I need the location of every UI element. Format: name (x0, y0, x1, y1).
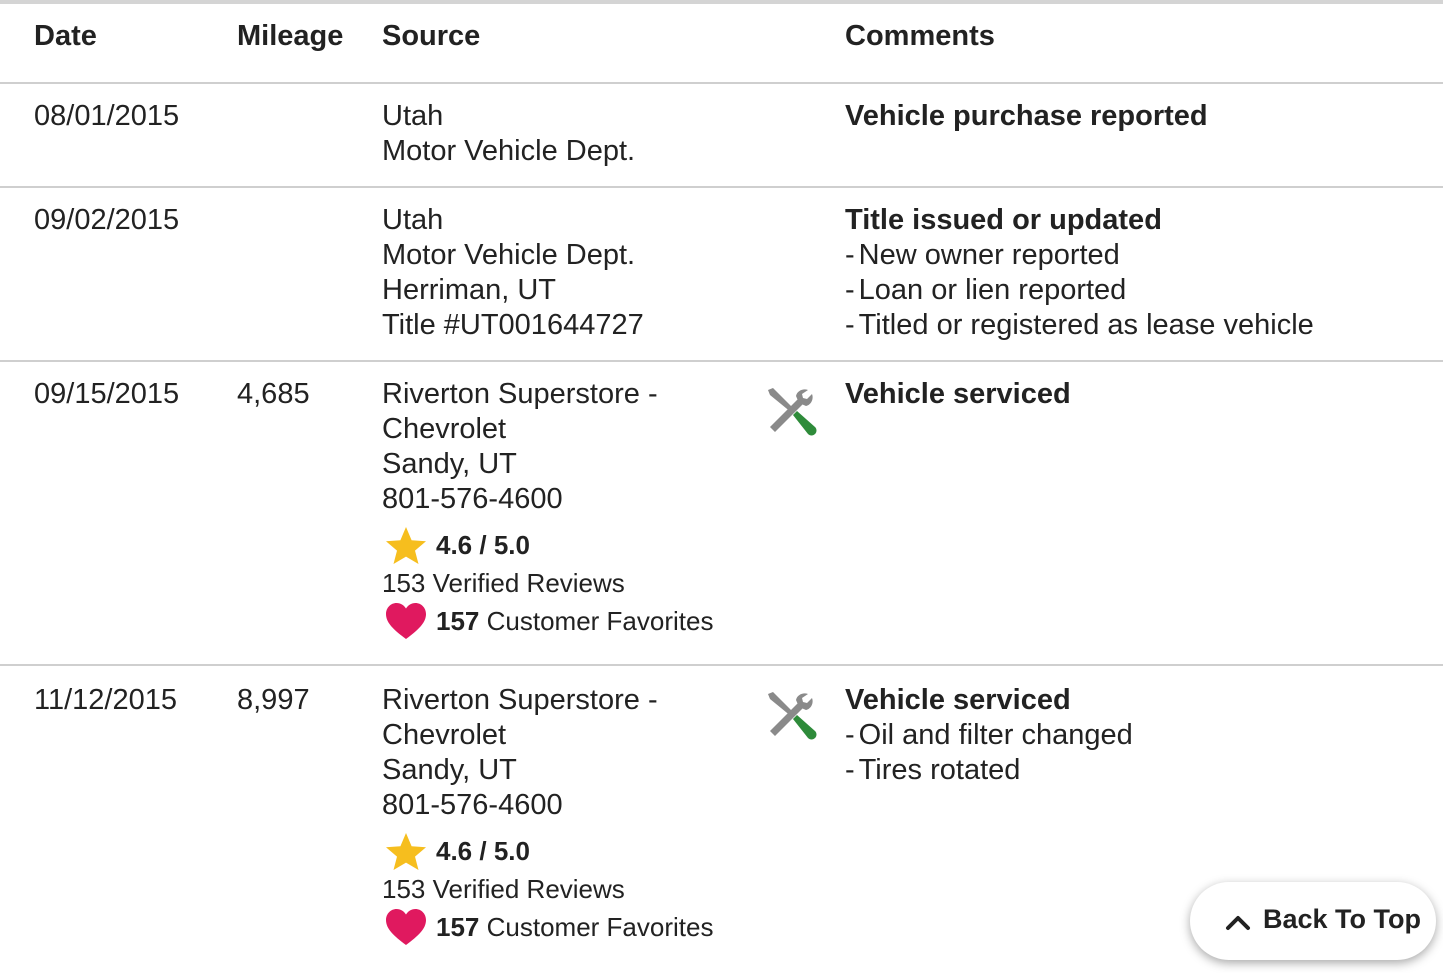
dealer-name[interactable]: Riverton Superstore - (382, 377, 658, 412)
row-mileage: 8,997 (237, 684, 310, 716)
rating-line[interactable]: 4.6 / 5.0 (382, 526, 802, 564)
header-source: Source (382, 20, 481, 52)
dealer-rating-block: 4.6 / 5.0 153 Verified Reviews 157 Custo… (382, 832, 802, 946)
vehicle-history-page: Date Mileage Source Comments 08/01/2015 … (0, 0, 1443, 973)
comment-item-text: New owner reported (858, 239, 1120, 271)
row-mileage: 4,685 (237, 378, 310, 410)
comment-item-text: Tires rotated (858, 754, 1021, 786)
row-date: 11/12/2015 (34, 684, 177, 716)
dealer-phone[interactable]: 801-576-4600 (382, 788, 658, 823)
source-line: Motor Vehicle Dept. (382, 239, 636, 271)
favorites-label: Customer Favorites (486, 912, 714, 942)
row-comments: Vehicle serviced - Oil and filter changed… (845, 683, 1133, 788)
wrench-screwdriver-icon (768, 692, 817, 740)
dealer-location: Sandy, UT (382, 448, 517, 480)
dealer-name[interactable]: Riverton Superstore - (382, 683, 658, 718)
wrench-screwdriver-icon (768, 388, 817, 436)
table-row: 09/02/2015 Utah Motor Vehicle Dept. Herr… (0, 188, 1443, 362)
dealer-name-cont[interactable]: Chevrolet (382, 412, 658, 447)
comment-item: - New owner reported (845, 239, 1120, 271)
row-comments: Title issued or updated - New owner repor… (845, 203, 1314, 343)
dealer-name-cont[interactable]: Chevrolet (382, 718, 658, 753)
favorites-text: 157 Customer Favorites (436, 908, 713, 946)
rating-value: 4.6 / 5.0 (436, 836, 530, 866)
chevron-up-icon (1226, 916, 1250, 930)
favorites-text: 157 Customer Favorites (436, 602, 713, 640)
comment-item: - Oil and filter changed (845, 719, 1133, 751)
reviews-count[interactable]: 153 Verified Reviews (382, 870, 802, 908)
dealer-phone[interactable]: 801-576-4600 (382, 482, 658, 517)
heart-icon (386, 909, 426, 945)
source-line: Herriman, UT (382, 274, 557, 306)
comment-title: Vehicle serviced (845, 378, 1071, 410)
dealer-location: Sandy, UT (382, 754, 517, 786)
header-mileage: Mileage (237, 20, 344, 52)
header-date: Date (34, 20, 97, 52)
comment-title: Vehicle serviced (845, 684, 1071, 716)
row-source: Riverton Superstore - Chevrolet Sandy, U… (382, 683, 658, 823)
row-date: 09/15/2015 (34, 378, 180, 410)
comment-item: - Loan or lien reported (845, 274, 1127, 306)
favorites-count: 157 (436, 912, 480, 942)
heart-icon (386, 603, 426, 639)
row-comments: Vehicle serviced (845, 377, 1071, 412)
row-source: Utah Motor Vehicle Dept. (382, 99, 635, 169)
source-line: Utah (382, 204, 444, 236)
back-to-top-button[interactable]: Back To Top (1190, 882, 1436, 960)
favorites-line[interactable]: 157 Customer Favorites (382, 908, 802, 946)
comment-item: - Tires rotated (845, 754, 1021, 786)
table-row: 08/01/2015 Utah Motor Vehicle Dept. Vehi… (0, 84, 1443, 188)
back-to-top-label: Back To Top (1263, 904, 1422, 934)
row-comments: Vehicle purchase reported (845, 99, 1208, 134)
comment-title: Vehicle purchase reported (845, 100, 1208, 132)
favorites-line[interactable]: 157 Customer Favorites (382, 602, 802, 640)
table-row: 09/15/2015 4,685 Riverton Superstore - C… (0, 362, 1443, 666)
header-comments: Comments (845, 20, 995, 52)
table-header: Date Mileage Source Comments (0, 4, 1443, 84)
source-line: Utah (382, 100, 444, 132)
source-line: Motor Vehicle Dept. (382, 135, 636, 167)
star-icon (386, 833, 426, 870)
star-icon (386, 527, 426, 564)
comment-item: - Titled or registered as lease vehicle (845, 309, 1314, 341)
row-source: Utah Motor Vehicle Dept. Herriman, UT Ti… (382, 203, 644, 343)
favorites-count: 157 (436, 606, 480, 636)
rating-value: 4.6 / 5.0 (436, 530, 530, 560)
favorites-label: Customer Favorites (486, 606, 714, 636)
dealer-rating-block: 4.6 / 5.0 153 Verified Reviews 157 Custo… (382, 526, 802, 640)
row-date: 08/01/2015 (34, 100, 180, 132)
comment-item-text: Loan or lien reported (858, 274, 1127, 306)
row-date: 09/02/2015 (34, 204, 180, 236)
row-source: Riverton Superstore - Chevrolet Sandy, U… (382, 377, 658, 517)
comment-item-text: Titled or registered as lease vehicle (858, 309, 1314, 341)
comment-title: Title issued or updated (845, 204, 1162, 236)
rating-line[interactable]: 4.6 / 5.0 (382, 832, 802, 870)
comment-item-text: Oil and filter changed (858, 719, 1133, 751)
reviews-count[interactable]: 153 Verified Reviews (382, 564, 802, 602)
source-line: Title #UT001644727 (382, 309, 644, 341)
